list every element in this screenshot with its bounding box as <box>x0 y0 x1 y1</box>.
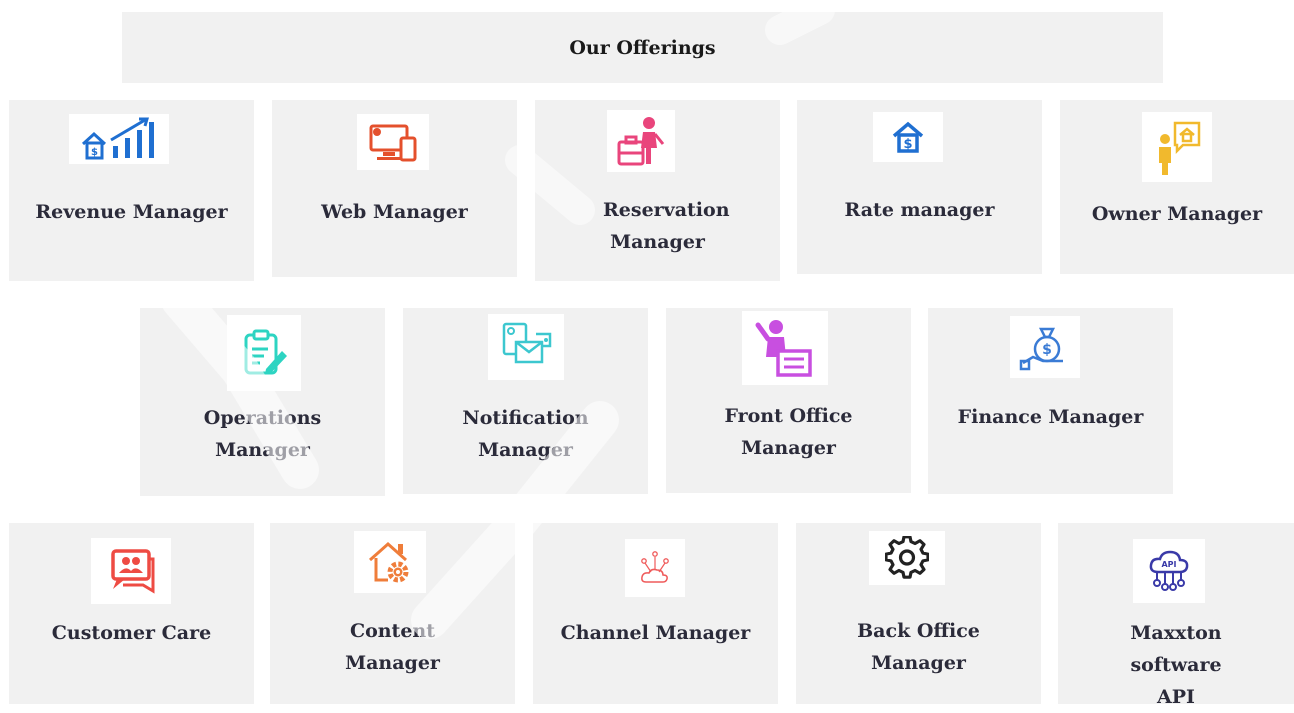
money-bag-hand-icon: $ <box>1010 316 1080 378</box>
svg-text:$: $ <box>1042 342 1052 358</box>
offering-label: Notification Manager <box>462 407 589 461</box>
offering-notification-manager[interactable]: Notification Manager <box>403 308 648 494</box>
offering-label: Channel Manager <box>560 622 751 644</box>
offering-content-manager[interactable]: Content Manager <box>270 523 515 704</box>
gear-icon <box>869 531 945 585</box>
notification-mail-icon <box>488 314 564 380</box>
offering-label: Web Manager <box>321 201 468 223</box>
svg-text:$: $ <box>91 147 98 158</box>
page-title: Our Offerings <box>122 12 1163 83</box>
svg-text:$: $ <box>903 137 912 152</box>
offering-label: Customer Care <box>51 622 212 644</box>
offering-label: Back Office Manager <box>857 620 980 674</box>
house-dollar-icon: $ <box>873 112 943 162</box>
offering-revenue-manager[interactable]: $ Revenue Manager <box>9 100 254 281</box>
owner-house-bubble-icon <box>1142 112 1212 182</box>
cloud-api-icon: API <box>1133 539 1205 603</box>
offering-label: Reservation Manager <box>603 199 730 253</box>
offering-label: Finance Manager <box>957 406 1144 428</box>
offering-channel-manager[interactable]: Channel Manager <box>533 523 778 704</box>
offering-web-manager[interactable]: Web Manager <box>272 100 517 277</box>
offering-label: Maxxton software API <box>1130 622 1222 708</box>
offering-reservation-manager[interactable]: Reservation Manager <box>535 100 780 281</box>
offering-customer-care[interactable]: Customer Care <box>9 523 254 704</box>
house-growth-chart-icon: $ <box>69 114 169 164</box>
offering-back-office-manager[interactable]: Back Office Manager <box>796 523 1041 704</box>
offering-owner-manager[interactable]: Owner Manager <box>1060 100 1294 274</box>
chat-people-icon <box>91 538 171 604</box>
offering-finance-manager[interactable]: $ Finance Manager <box>928 308 1173 494</box>
offering-rate-manager[interactable]: $ Rate manager <box>797 100 1042 274</box>
front-desk-person-icon <box>742 311 828 385</box>
api-badge-text: API <box>1161 560 1176 569</box>
house-gear-icon <box>354 531 426 593</box>
offering-front-office-manager[interactable]: Front Office Manager <box>666 308 911 493</box>
offering-label: Operations Manager <box>203 407 322 461</box>
offering-label: Revenue Manager <box>35 201 228 223</box>
offering-label: Rate manager <box>844 199 995 221</box>
monitor-devices-icon <box>357 114 429 170</box>
cloud-network-icon <box>625 539 685 597</box>
offering-label: Content Manager <box>345 620 440 674</box>
traveler-luggage-icon <box>607 110 675 172</box>
offering-operations-manager[interactable]: Operations Manager <box>140 308 385 496</box>
offering-maxxton-software-api[interactable]: API Maxxton software API <box>1058 523 1294 708</box>
clipboard-edit-icon <box>227 315 301 391</box>
offering-label: Front Office Manager <box>724 405 853 459</box>
offering-label: Owner Manager <box>1091 203 1263 225</box>
page-title-text: Our Offerings <box>569 36 716 59</box>
